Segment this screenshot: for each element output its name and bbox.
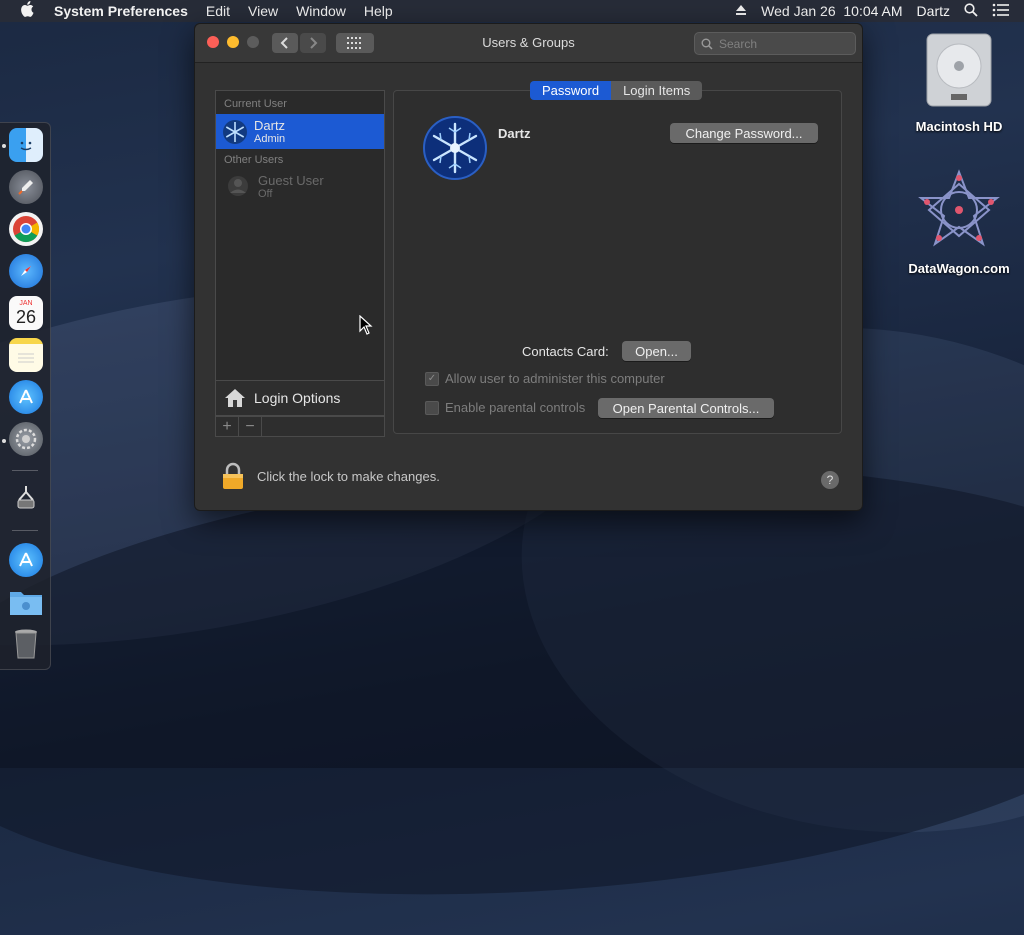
remove-user-button[interactable]: − — [239, 417, 262, 436]
add-user-button[interactable]: + — [216, 417, 239, 436]
folder-icon[interactable] — [9, 585, 43, 619]
eject-icon[interactable] — [735, 3, 747, 19]
menu-help[interactable]: Help — [364, 3, 393, 19]
dock: JAN 26 — [0, 122, 51, 670]
guest-user-name: Guest User — [258, 172, 324, 188]
notification-center-icon[interactable] — [992, 3, 1010, 20]
trash-icon[interactable] — [9, 627, 43, 661]
add-remove-bar: + − — [215, 416, 385, 437]
users-and-groups-window: Users & Groups Current User Dartz Admin … — [194, 23, 863, 511]
current-user-section-label: Current User — [224, 98, 287, 110]
user-name: Dartz — [254, 118, 286, 133]
parental-controls-label: Enable parental controls — [445, 400, 586, 415]
search-icon — [701, 38, 713, 50]
search-field[interactable] — [694, 32, 856, 55]
apple-menu-icon[interactable] — [16, 1, 38, 21]
allow-admin-label: Allow user to administer this computer — [445, 371, 665, 386]
snowflake-avatar-icon — [223, 119, 247, 144]
notes-icon[interactable] — [9, 338, 43, 372]
allow-admin-checkbox[interactable]: ✓ Allow user to administer this computer — [425, 371, 665, 386]
other-users-section-label: Other Users — [224, 154, 284, 166]
system-preferences-icon[interactable] — [9, 422, 43, 456]
menu-bar: System Preferences Edit View Window Help… — [0, 0, 1024, 22]
profile-name: Dartz — [498, 126, 531, 141]
user-row-dartz[interactable]: Dartz Admin — [216, 114, 384, 149]
app-store-downloads-icon[interactable] — [9, 543, 43, 577]
datawagon-logo-icon — [918, 169, 1000, 247]
dock-running-indicator — [2, 144, 6, 148]
tab-bar: Password Login Items — [530, 81, 703, 100]
calendar-icon[interactable]: JAN 26 — [9, 296, 43, 330]
open-contacts-button[interactable]: Open... — [622, 341, 691, 361]
user-row-guest[interactable]: Guest User Off — [216, 169, 384, 203]
lock-icon[interactable] — [221, 462, 245, 490]
lock-row: Click the lock to make changes. — [221, 462, 440, 490]
lock-text: Click the lock to make changes. — [257, 468, 440, 484]
dock-running-indicator — [2, 439, 6, 443]
menu-window[interactable]: Window — [296, 3, 346, 19]
user-list: Current User Dartz Admin Other Users Gue… — [215, 90, 385, 382]
login-options-label: Login Options — [254, 390, 341, 406]
search-input[interactable] — [717, 35, 841, 52]
checkbox-empty-icon — [425, 400, 439, 415]
calendar-day: 26 — [15, 307, 37, 327]
menu-user[interactable]: Dartz — [917, 3, 950, 19]
spotlight-search-icon[interactable] — [964, 2, 978, 20]
help-button[interactable]: ? — [821, 471, 839, 489]
desktop-icon-label: DataWagon.com — [908, 261, 1010, 276]
guest-user-status: Off — [258, 187, 273, 200]
title-bar[interactable]: Users & Groups — [195, 24, 862, 63]
app-menu-system-preferences[interactable]: System Preferences — [54, 3, 188, 19]
desktop-icon-macintosh-hd[interactable]: Macintosh HD — [904, 30, 1014, 134]
checkmark-icon: ✓ — [425, 371, 439, 386]
menu-edit[interactable]: Edit — [206, 3, 230, 19]
safari-icon[interactable] — [9, 254, 43, 288]
dock-separator — [12, 470, 38, 471]
desktop-icon-label: Macintosh HD — [915, 119, 1003, 134]
menu-clock[interactable]: Wed Jan 26 10:04 AM — [761, 3, 902, 19]
dock-separator — [12, 530, 38, 531]
user-profile-picture[interactable] — [423, 116, 487, 180]
mouse-cursor-icon — [359, 315, 373, 335]
launchpad-icon[interactable] — [9, 170, 43, 204]
chrome-icon[interactable] — [9, 212, 43, 246]
tab-login-items[interactable]: Login Items — [611, 81, 703, 100]
app-store-icon[interactable] — [9, 380, 43, 414]
hard-drive-icon — [926, 33, 992, 107]
contacts-card-label: Contacts Card: — [522, 344, 609, 359]
guest-user-icon — [228, 176, 248, 196]
user-role: Admin — [254, 133, 286, 145]
parental-controls-checkbox[interactable]: Enable parental controls — [425, 400, 585, 415]
finder-icon[interactable] — [9, 128, 43, 162]
house-icon — [225, 389, 245, 407]
login-options-row[interactable]: Login Options — [215, 380, 385, 416]
open-parental-controls-button[interactable]: Open Parental Controls... — [598, 398, 774, 418]
tab-password[interactable]: Password — [530, 81, 612, 100]
menu-view[interactable]: View — [248, 3, 278, 19]
change-password-button[interactable]: Change Password... — [670, 123, 818, 143]
apps-icon[interactable] — [9, 481, 43, 515]
desktop-icon-datawagon[interactable]: DataWagon.com — [904, 168, 1014, 276]
